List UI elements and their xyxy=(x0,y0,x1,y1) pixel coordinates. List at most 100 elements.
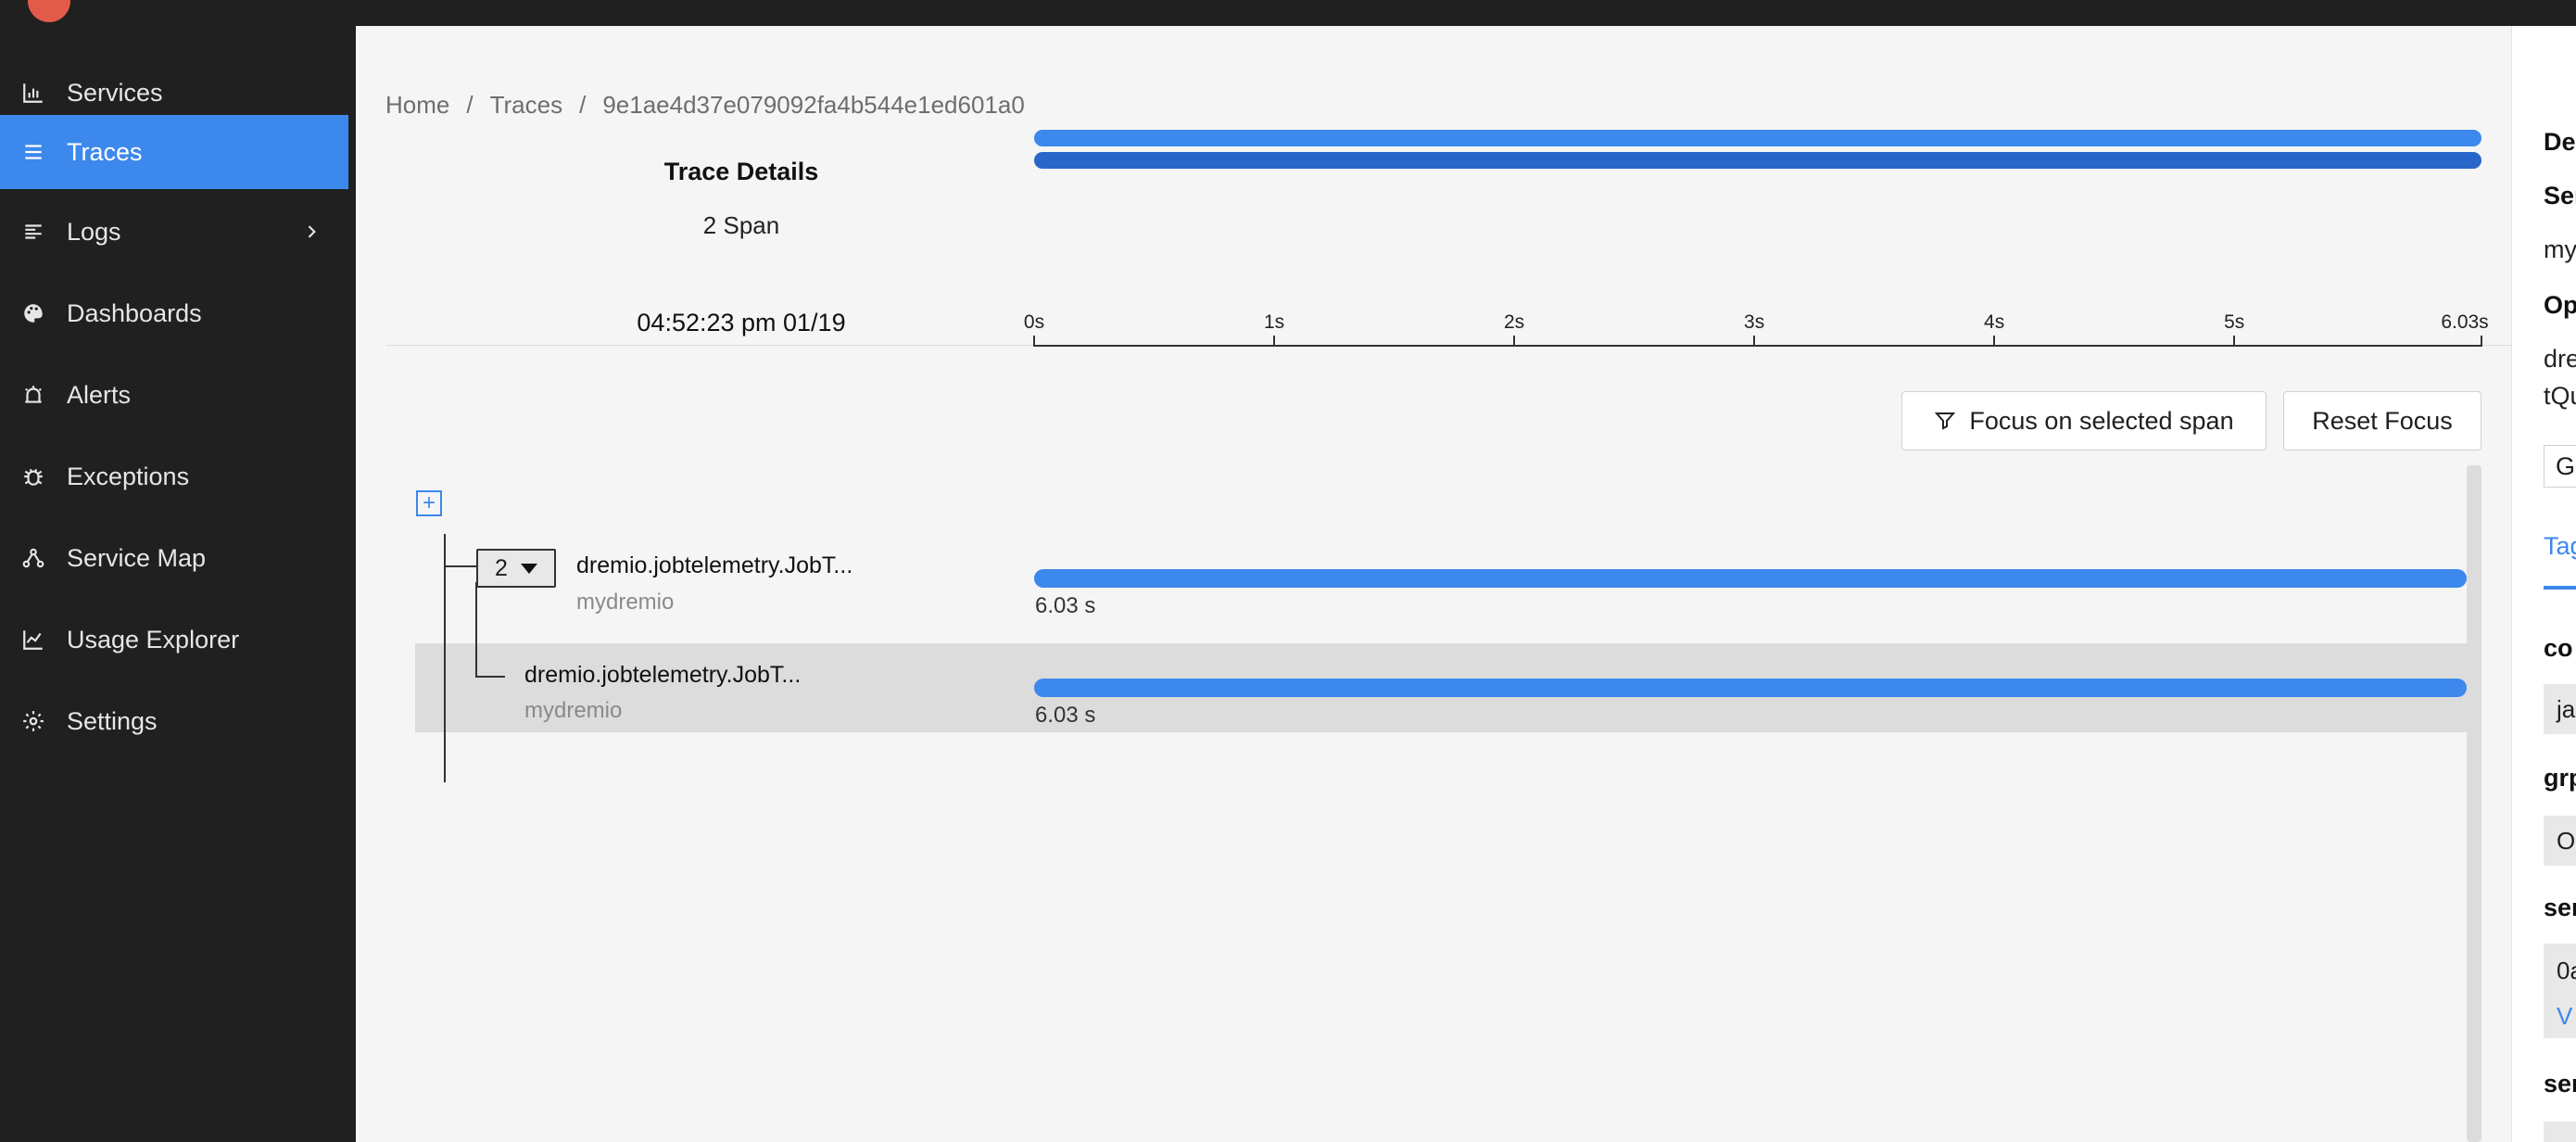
tag-key: co xyxy=(2544,634,2573,662)
sidebar-item-settings[interactable]: Settings xyxy=(0,684,348,758)
list-icon xyxy=(20,139,46,165)
timeline-tick-label: 2s xyxy=(1503,311,1525,333)
timeline-tick-label: 1s xyxy=(1263,311,1285,333)
tag-key: ser xyxy=(2544,1070,2576,1098)
timeline-ruler xyxy=(1034,345,2481,347)
span-count: 2 Span xyxy=(702,211,780,239)
span-duration: 6.03 s xyxy=(1035,703,1096,728)
breadcrumb: Home / Traces / 9e1ae4d37e079092fa4b544e… xyxy=(385,91,1025,120)
sidebar: Services Traces Logs Dashboards Alerts E… xyxy=(0,26,356,1142)
alarm-clock-icon xyxy=(20,382,46,408)
timeline-tick xyxy=(1033,336,1035,347)
expand-all-icon[interactable]: + xyxy=(416,490,442,516)
tag-value xyxy=(2544,1122,2576,1142)
palette-icon xyxy=(20,300,46,326)
trace-overview-bar xyxy=(1034,130,2481,146)
sidebar-item-usage-explorer[interactable]: Usage Explorer xyxy=(0,603,348,677)
tree-connector xyxy=(444,534,446,782)
sidebar-item-service-map[interactable]: Service Map xyxy=(0,521,348,595)
tree-connector xyxy=(475,582,477,677)
operation-value: dre xyxy=(2544,345,2576,373)
reset-button-label: Reset Focus xyxy=(2312,406,2453,435)
sidebar-item-label: Traces xyxy=(67,137,143,166)
sidebar-item-label: Usage Explorer xyxy=(67,625,240,653)
tag-value-text: 0a xyxy=(2557,957,2576,984)
sidebar-item-label: Dashboards xyxy=(67,298,202,327)
span-duration-bar[interactable] xyxy=(1034,569,2467,588)
timeline-tick-label: 4s xyxy=(1984,311,2005,333)
align-left-icon xyxy=(20,219,46,245)
timeline-tick-label: 3s xyxy=(1744,311,1765,333)
breadcrumb-trace-id: 9e1ae4d37e079092fa4b544e1ed601a0 xyxy=(602,91,1025,119)
operation-value: tQu xyxy=(2544,382,2576,410)
timeline-tick xyxy=(2233,336,2236,347)
line-chart-icon xyxy=(20,627,46,653)
service-value: my xyxy=(2544,235,2576,263)
tab-tags[interactable]: Tag xyxy=(2544,532,2576,561)
breadcrumb-separator: / xyxy=(579,91,587,119)
trace-details-title: Trace Details xyxy=(663,158,819,185)
tag-value: ja xyxy=(2544,684,2576,734)
span-name[interactable]: dremio.jobtelemetry.JobT... xyxy=(524,662,801,689)
go-button-label: G xyxy=(2556,451,2576,480)
service-label: Ser xyxy=(2544,182,2576,209)
active-tab-indicator xyxy=(2544,586,2576,590)
tag-key: grp xyxy=(2544,764,2576,792)
sidebar-item-logs[interactable]: Logs xyxy=(0,195,348,269)
tag-value: 0a V xyxy=(2544,944,2576,1038)
breadcrumb-separator: / xyxy=(466,91,474,119)
tag-key: ser xyxy=(2544,894,2576,921)
go-button[interactable]: G xyxy=(2544,445,2576,488)
span-name[interactable]: dremio.jobtelemetry.JobT... xyxy=(576,552,852,579)
timeline-tick-label: 6.03s xyxy=(2441,311,2489,333)
span-duration: 6.03 s xyxy=(1035,593,1096,618)
app-logo[interactable] xyxy=(28,0,70,22)
bug-icon xyxy=(20,463,46,489)
sidebar-item-exceptions[interactable]: Exceptions xyxy=(0,439,348,514)
collapse-children-button[interactable]: 2 xyxy=(476,549,556,588)
sidebar-item-label: Services xyxy=(67,78,163,107)
breadcrumb-home[interactable]: Home xyxy=(385,91,449,120)
details-heading: De xyxy=(2544,128,2576,156)
tag-value: O xyxy=(2544,816,2576,866)
span-service: mydremio xyxy=(576,590,675,615)
timeline-tick-label: 5s xyxy=(2224,311,2245,333)
timeline-tick xyxy=(2481,336,2482,347)
sidebar-item-label: Exceptions xyxy=(67,462,190,490)
children-count: 2 xyxy=(495,554,508,581)
focus-button-label: Focus on selected span xyxy=(1969,406,2234,435)
timeline-tick-label: 0s xyxy=(1023,311,1045,333)
sidebar-item-label: Service Map xyxy=(67,543,207,572)
tree-connector xyxy=(444,565,477,567)
tag-value-text: O xyxy=(2557,826,2576,855)
trace-overview-bar xyxy=(1034,152,2481,169)
view-more-link[interactable]: V xyxy=(2557,1002,2572,1031)
caret-down-icon xyxy=(520,563,537,574)
focus-selected-span-button[interactable]: Focus on selected span xyxy=(1901,391,2267,450)
gear-icon xyxy=(20,708,46,734)
timeline-tick xyxy=(1753,336,1756,347)
bar-chart-icon xyxy=(20,80,46,106)
operation-label: Op xyxy=(2544,291,2576,319)
deployment-icon xyxy=(20,545,46,571)
sidebar-item-traces[interactable]: Traces xyxy=(0,115,348,189)
sidebar-item-label: Settings xyxy=(67,706,158,735)
tree-connector xyxy=(475,676,505,678)
sidebar-item-label: Logs xyxy=(67,217,121,246)
timeline-tick xyxy=(1513,336,1516,347)
span-duration-bar[interactable] xyxy=(1034,679,2467,697)
span-service: mydremio xyxy=(524,698,623,723)
scrollbar[interactable] xyxy=(2467,465,2481,1142)
reset-focus-button[interactable]: Reset Focus xyxy=(2283,391,2481,450)
breadcrumb-traces[interactable]: Traces xyxy=(490,91,563,120)
timeline-tick xyxy=(1993,336,1996,347)
trace-start-time: 04:52:23 pm 01/19 xyxy=(637,309,846,336)
sidebar-item-label: Alerts xyxy=(67,380,132,409)
sidebar-item-alerts[interactable]: Alerts xyxy=(0,358,348,432)
span-details-panel: De Ser my Op dre tQu G Tag co ja grp O s… xyxy=(2511,26,2576,1142)
tag-value-text: ja xyxy=(2557,694,2576,723)
top-bar xyxy=(0,0,2576,26)
chevron-right-icon xyxy=(308,225,316,238)
sidebar-item-dashboards[interactable]: Dashboards xyxy=(0,276,348,350)
timeline-tick xyxy=(1273,336,1276,347)
